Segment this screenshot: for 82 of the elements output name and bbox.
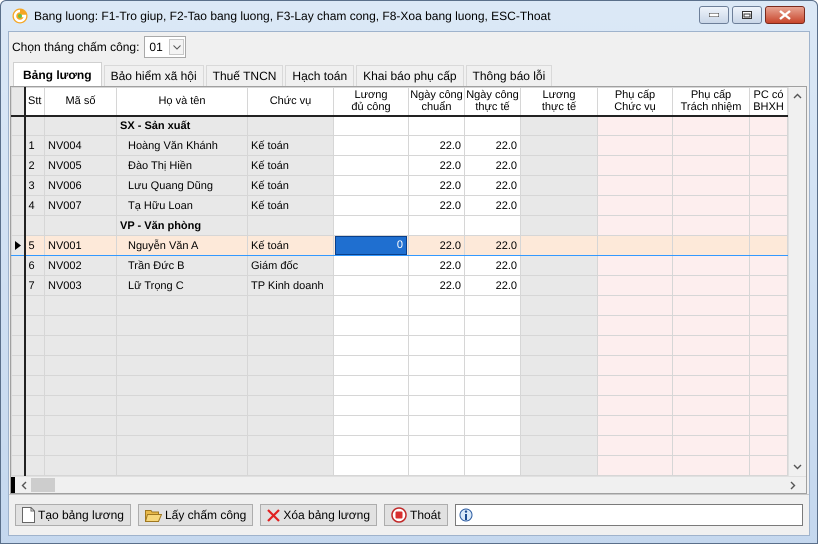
table-cell: NV005: [44, 156, 116, 176]
table-cell: NV001: [44, 236, 116, 256]
folder-icon: [144, 508, 162, 522]
table-cell: NV004: [44, 136, 116, 156]
table-cell: TP Kinh doanh: [248, 276, 334, 296]
column-header: Phụ cấp Trách nhiệm: [672, 88, 750, 116]
table-cell: 22.0: [464, 196, 520, 216]
tab[interactable]: Khai báo phụ cấp: [356, 65, 464, 86]
scroll-right-icon: [790, 480, 796, 490]
table-cell: NV003: [44, 276, 116, 296]
table-cell: 22.0: [408, 176, 464, 196]
vertical-scrollbar[interactable]: [788, 87, 806, 476]
column-header: Mã số: [44, 88, 116, 116]
column-header: Lương đủ công: [334, 88, 408, 116]
table-cell: 22.0: [464, 156, 520, 176]
minimize-button[interactable]: [699, 6, 729, 24]
table-cell: 22.0: [408, 136, 464, 156]
column-header: Chức vụ: [248, 88, 334, 116]
table-cell: Kế toán: [248, 156, 334, 176]
toolbar-button[interactable]: Thoát: [384, 504, 448, 526]
minimize-icon: [709, 13, 719, 17]
close-button[interactable]: [765, 6, 805, 24]
table-cell: 22.0: [464, 136, 520, 156]
window-title: Bang luong: F1-Tro giup, F2-Tao bang luong, F3-Lay cham cong, F8-Xoa bang luong, ESC-Thoat: [34, 9, 552, 23]
tab[interactable]: Hạch toán: [285, 65, 354, 86]
table-cell: 22.0: [408, 156, 464, 176]
month-label: Chọn tháng chấm công:: [12, 40, 140, 54]
table-cell: Tạ Hữu Loan: [116, 196, 248, 216]
tab[interactable]: Bảo hiểm xã hội: [104, 65, 204, 86]
tab[interactable]: Bảng lương: [13, 62, 102, 86]
table-cell: Lưu Quang Dũng: [116, 176, 248, 196]
month-dropdown[interactable]: 01: [144, 36, 186, 58]
table-cell: 22.0: [464, 236, 520, 256]
table-cell: 22.0: [408, 276, 464, 296]
table-cell: Nguyễn Văn A: [116, 236, 248, 256]
stop-icon: [391, 507, 407, 523]
table-cell: NV006: [44, 176, 116, 196]
table-cell: Hoàng Văn Khánh: [116, 136, 248, 156]
column-header: Lương thực tế: [520, 88, 598, 116]
tab[interactable]: Thuế TNCN: [206, 65, 284, 86]
table-cell: Giám đốc: [248, 256, 334, 276]
table-cell: 22.0: [464, 276, 520, 296]
scroll-down-icon: [793, 464, 802, 470]
column-header: Phụ cấp Chức vụ: [598, 88, 672, 116]
table-cell: Kế toán: [248, 176, 334, 196]
toolbar-button[interactable]: Tạo bảng lương: [15, 504, 131, 526]
table-cell: Kế toán: [248, 136, 334, 156]
column-header: PC có BHXH: [750, 88, 788, 116]
column-header: Ngày công thực tế: [464, 88, 520, 116]
column-header: Họ và tên: [116, 88, 248, 116]
info-icon: [458, 507, 473, 523]
delete-icon: [267, 508, 280, 522]
tab[interactable]: Thông báo lỗi: [466, 65, 552, 86]
toolbar-button[interactable]: Lấy chấm công: [138, 504, 254, 526]
current-row-icon: [15, 241, 21, 250]
document-icon: [22, 507, 35, 523]
scroll-thumb[interactable]: [31, 478, 55, 492]
close-icon: [779, 10, 791, 20]
maximize-icon: [742, 11, 752, 19]
table-cell: 22.0: [464, 256, 520, 276]
toolbar-button[interactable]: Xóa bảng lương: [260, 504, 377, 526]
table-cell: Kế toán: [248, 236, 334, 256]
scroll-up-icon: [793, 93, 802, 99]
table-cell: Đào Thị Hiền: [116, 156, 248, 176]
column-header: Stt: [24, 88, 44, 116]
table-cell: 22.0: [408, 196, 464, 216]
table-cell: NV007: [44, 196, 116, 216]
column-header: Ngày công chuẩn: [408, 88, 464, 116]
table-cell: NV002: [44, 256, 116, 276]
maximize-button[interactable]: [732, 6, 762, 24]
table-cell: Kế toán: [248, 196, 334, 216]
table-cell: Trần Đức B: [116, 256, 248, 276]
horizontal-scrollbar[interactable]: [11, 476, 806, 493]
app-logo-icon: [12, 8, 28, 24]
scroll-left-icon: [21, 480, 27, 490]
group-label: VP - Văn phòng: [116, 216, 248, 236]
table-cell: 22.0: [408, 256, 464, 276]
edit-field[interactable]: 0: [335, 236, 407, 254]
caret-icon: [172, 44, 181, 50]
table-cell: 22.0: [464, 176, 520, 196]
table-cell: 22.0: [408, 236, 464, 256]
table-cell: Lữ Trọng C: [116, 276, 248, 296]
